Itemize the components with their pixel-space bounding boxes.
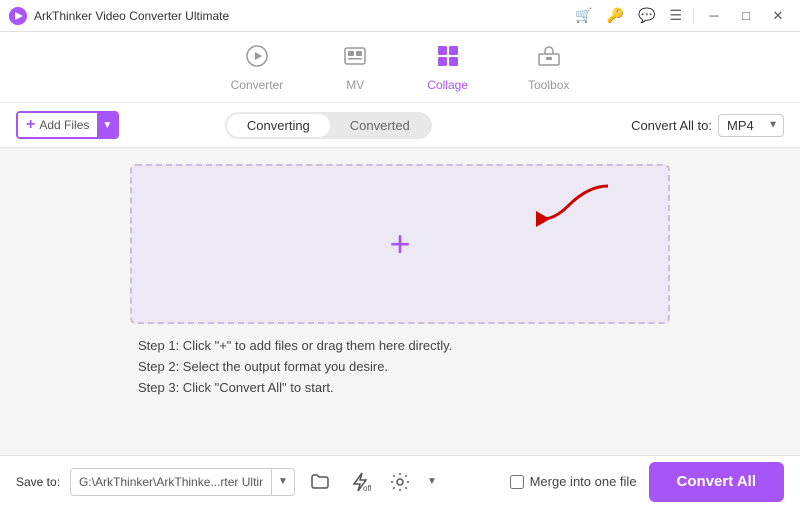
flash-icon-button[interactable]: off [345,467,375,497]
maximize-button[interactable]: □ [732,2,760,30]
minimize-button[interactable]: ─ [700,2,728,30]
convert-all-button[interactable]: Convert All [649,462,784,502]
drop-zone-plus-icon: + [389,226,410,262]
toolbox-icon [537,44,561,74]
settings-icon-button[interactable] [385,467,415,497]
save-to-label: Save to: [16,475,60,489]
nav-tabs: Converter MV Collage [0,32,800,103]
titlebar-controls: 🛒 🔑 💬 ☰ ─ □ ✕ [570,2,792,30]
key-icon[interactable]: 🔑 [602,5,629,26]
add-files-label: Add Files [39,118,89,132]
mv-tab-label: MV [346,78,364,92]
bottom-right: Merge into one file Convert All [510,462,784,502]
save-path-dropdown-arrow[interactable]: ▼ [271,469,294,495]
toolbox-tab-label: Toolbox [528,78,569,92]
menu-icon[interactable]: ☰ [664,5,687,26]
tab-collage[interactable]: Collage [417,40,478,96]
add-plus-icon: + [26,116,35,134]
cart-icon[interactable]: 🛒 [570,5,597,26]
converter-icon [245,44,269,74]
app-title: ArkThinker Video Converter Ultimate [34,9,229,23]
tab-converted[interactable]: Converted [330,114,430,137]
bottom-bar: Save to: ▼ off ▼ Merge into one file Con… [0,455,800,507]
collage-icon [436,44,460,74]
titlebar-left: ArkThinker Video Converter Ultimate [8,6,229,26]
tab-mv[interactable]: MV [333,40,377,96]
step-3: Step 3: Click "Convert All" to start. [138,380,662,395]
folder-icon-button[interactable] [305,467,335,497]
separator [693,9,694,23]
format-select-wrapper: MP4 AVI MOV MKV WMV FLV MP3 AAC ▼ [718,114,784,137]
save-path-input[interactable] [71,475,271,489]
convert-all-to-label: Convert All to: [631,118,712,133]
red-arrow [498,181,618,246]
titlebar: ArkThinker Video Converter Ultimate 🛒 🔑 … [0,0,800,32]
settings-dropdown-arrow[interactable]: ▼ [427,476,437,487]
main-area: + Add Files ▼ Converting Converted Conve… [0,103,800,455]
app-logo [8,6,28,26]
step-2: Step 2: Select the output format you des… [138,359,662,374]
tab-converting[interactable]: Converting [227,114,330,137]
merge-checkbox-label[interactable]: Merge into one file [510,474,637,489]
tab-converter[interactable]: Converter [221,40,294,96]
tab-toolbox[interactable]: Toolbox [518,40,579,96]
merge-label: Merge into one file [530,474,637,489]
close-button[interactable]: ✕ [764,2,792,30]
converter-tab-label: Converter [231,78,284,92]
merge-checkbox-input[interactable] [510,475,524,489]
add-files-main: + Add Files [18,113,97,137]
format-select[interactable]: MP4 AVI MOV MKV WMV FLV MP3 AAC [718,114,784,137]
add-files-button[interactable]: + Add Files ▼ [16,111,119,139]
save-path-wrapper: ▼ [70,468,295,496]
chat-icon[interactable]: 💬 [633,5,660,26]
mv-icon [343,44,367,74]
status-tabs: Converting Converted [225,112,432,139]
step-1: Step 1: Click "+" to add files or drag t… [138,338,662,353]
toolbar: + Add Files ▼ Converting Converted Conve… [0,103,800,148]
steps-container: Step 1: Click "+" to add files or drag t… [130,338,670,401]
svg-text:off: off [363,484,371,493]
collage-tab-label: Collage [427,78,468,92]
content-area: + Step 1: Click "+" to add files or drag… [0,148,800,455]
add-files-dropdown-arrow[interactable]: ▼ [97,113,117,137]
drop-zone[interactable]: + [130,164,670,324]
convert-all-to: Convert All to: MP4 AVI MOV MKV WMV FLV … [631,114,784,137]
